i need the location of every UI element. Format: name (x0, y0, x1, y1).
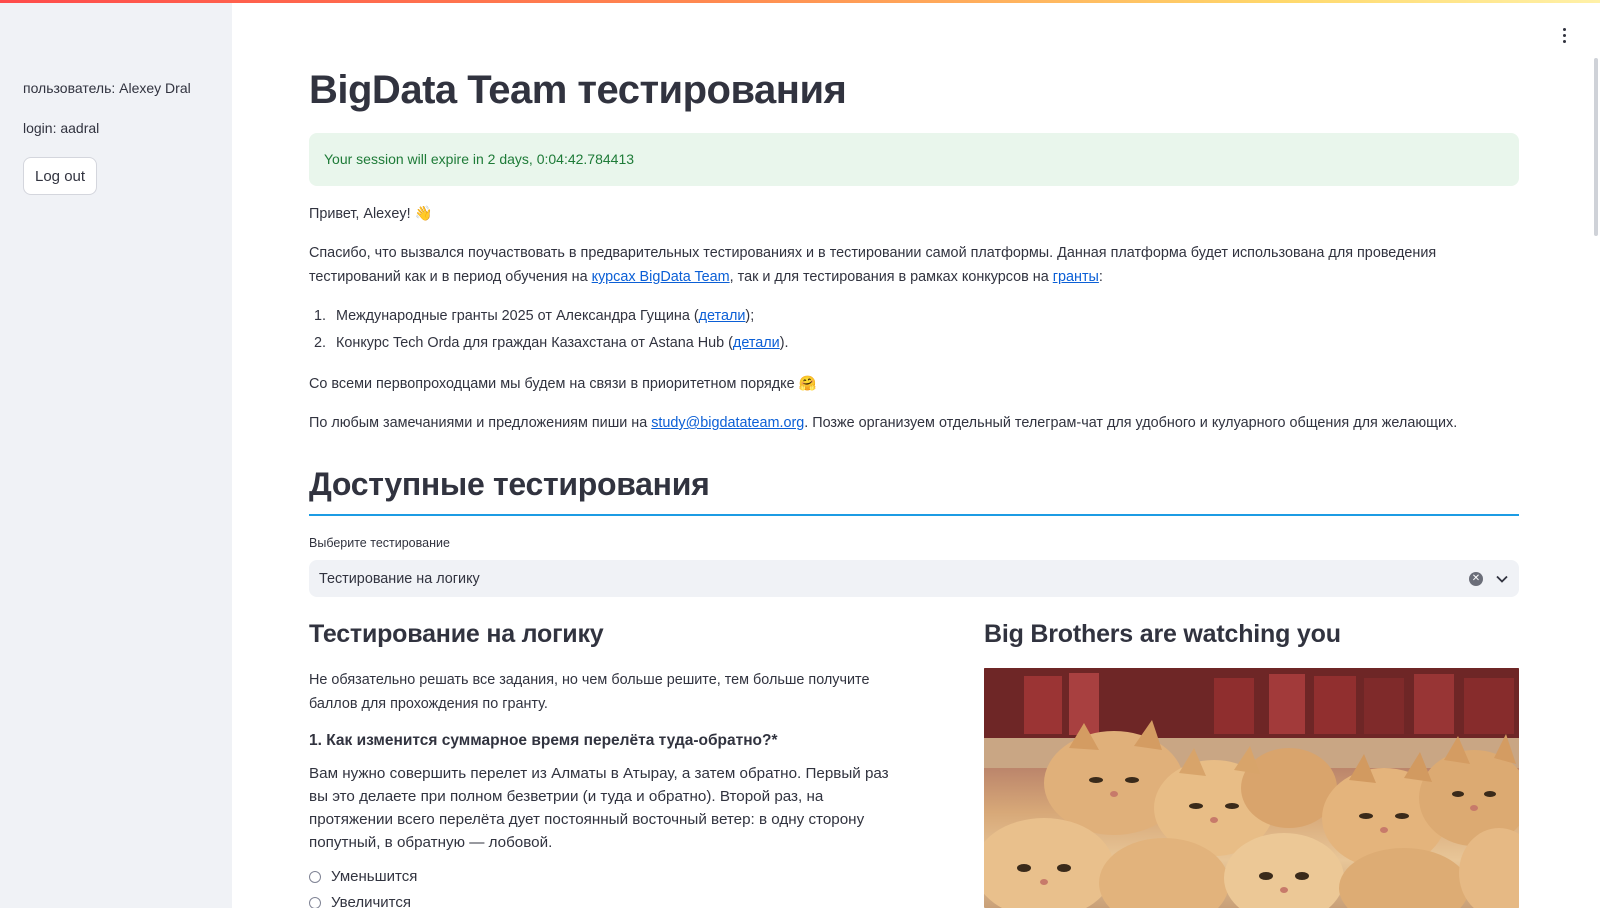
grants-list: 1. Международные гранты 2025 от Александр… (309, 303, 1309, 357)
list-number: 1. (314, 308, 327, 324)
test-select[interactable]: Тестирование на логику ✕ (309, 560, 1519, 597)
logout-button[interactable]: Log out (23, 157, 98, 195)
intro-mid-text: , так и для тестирования в рамках конкур… (729, 269, 1053, 285)
test-select-value: Тестирование на логику (319, 570, 480, 587)
page-scrollbar[interactable] (1594, 58, 1598, 236)
email-link[interactable]: study@bigdatateam.org (651, 415, 804, 431)
menu-dot-icon (1562, 39, 1566, 43)
test-select-label: Выберите тестирование (309, 536, 450, 550)
intro-end-text: : (1098, 269, 1103, 285)
top-decoration-bar (0, 0, 1600, 3)
session-alert: Your session will expire in 2 days, 0:04… (309, 133, 1519, 186)
image-section: Big Brothers are watching you (984, 620, 1519, 908)
sidebar: пользователь: Alexey Dral login: aadral … (0, 3, 232, 908)
logic-test-description: Не обязательно решать все задания, но че… (309, 672, 870, 712)
user-name-text: пользователь: Alexey Dral (23, 80, 191, 96)
image-heading: Big Brothers are watching you (984, 620, 1341, 648)
contact-post-text: . Позже организуем отдельный телеграм-ча… (804, 415, 1458, 431)
session-alert-text: Your session will expire in 2 days, 0:04… (324, 151, 635, 167)
details-link[interactable]: детали (699, 308, 746, 324)
list-item-text: Конкурс Tech Orda для граждан Казахстана… (336, 335, 733, 351)
logic-test-section: Тестирование на логику Не обязательно ре… (309, 620, 889, 908)
list-item-tail: ); (745, 308, 755, 324)
grants-link[interactable]: гранты (1053, 269, 1099, 285)
list-item-text: Международные гранты 2025 от Александра … (336, 308, 699, 324)
contact-pre-text: По любым замечаниями и предложениям пиши… (309, 415, 652, 431)
answer-option-decrease[interactable]: Уменьшится (309, 868, 417, 885)
question-body: Вам нужно совершить перелет из Алматы в … (309, 765, 889, 851)
list-item-tail: ). (779, 335, 789, 351)
chevron-down-icon[interactable] (1495, 572, 1509, 586)
courses-link[interactable]: курсах BigData Team (592, 269, 730, 285)
radio-circle[interactable] (309, 870, 321, 883)
heading-divider (309, 514, 1519, 516)
answer-option-increase[interactable]: Увеличится (309, 894, 411, 908)
pioneers-text: Со всеми первопроходцами мы будем на свя… (309, 376, 817, 392)
question-title: 1. Как изменится суммарное время перелёт… (309, 732, 778, 749)
logic-test-heading: Тестирование на логику (309, 620, 604, 648)
available-tests-heading: Доступные тестирования (309, 466, 710, 502)
details-link[interactable]: детали (733, 335, 780, 351)
cats-illustration (984, 668, 1519, 908)
radio-circle[interactable] (309, 896, 321, 908)
greeting-text: Привет, Alexey! 👋 (309, 206, 433, 222)
menu-dot-icon (1562, 33, 1566, 37)
answer-option-label: Увеличится (331, 894, 411, 908)
main-menu-button[interactable] (1556, 24, 1572, 46)
cats-image (984, 668, 1519, 908)
list-item: 1. Международные гранты 2025 от Александр… (309, 303, 1309, 330)
page-title: BigData Team тестирования (309, 68, 847, 112)
clear-icon[interactable]: ✕ (1469, 571, 1483, 586)
menu-dot-icon (1562, 27, 1566, 31)
intro-paragraph: Спасибо, что вызвался поучаствовать в пр… (309, 241, 1519, 289)
list-number: 2. (314, 335, 327, 351)
answer-option-label: Уменьшится (331, 868, 418, 885)
list-item: 2. Конкурс Tech Orda для граждан Казахста… (309, 330, 1309, 357)
login-text: login: aadral (23, 120, 100, 136)
contact-paragraph: По любым замечаниями и предложениям пиши… (309, 411, 1519, 435)
